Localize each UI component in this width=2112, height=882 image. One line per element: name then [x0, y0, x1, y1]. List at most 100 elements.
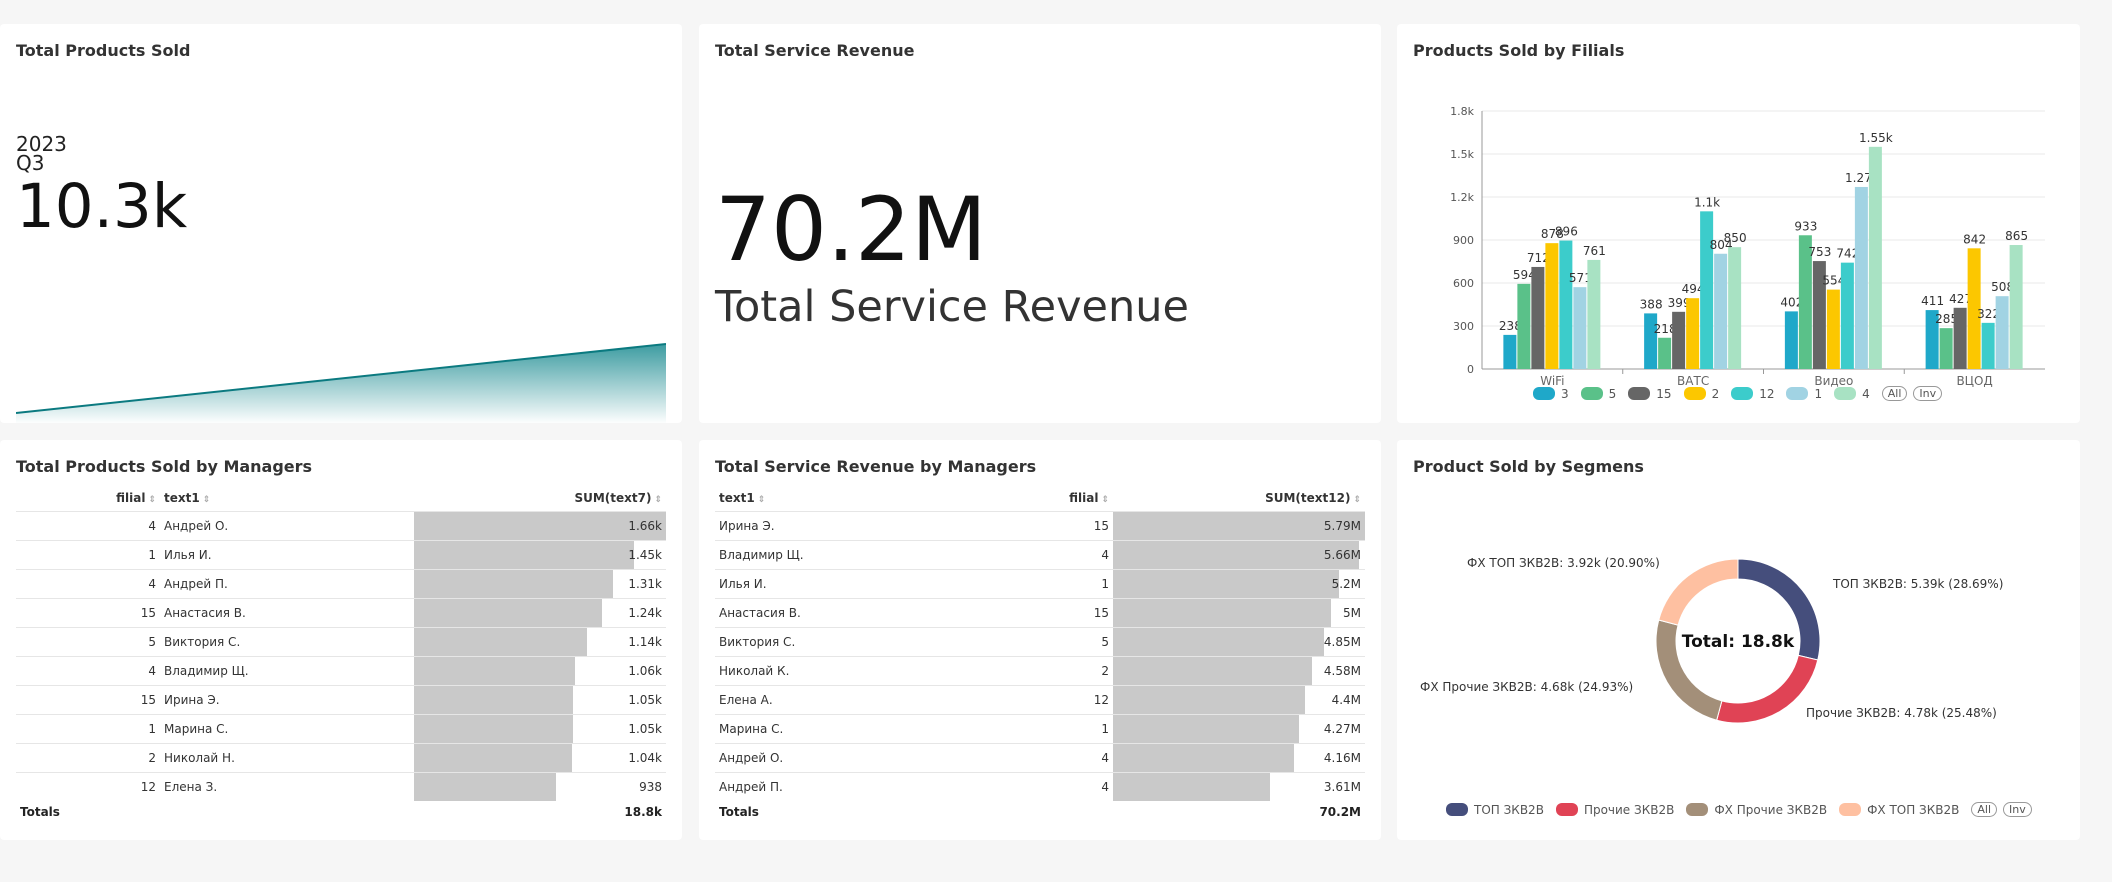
- bar: [1981, 322, 1995, 369]
- legend-item[interactable]: ФХ ТОП ЗКВ2В: [1839, 803, 1959, 817]
- name-cell: Ирина Э.: [160, 685, 414, 715]
- name-cell: Андрей О.: [715, 743, 965, 773]
- legend-item[interactable]: Прочие ЗКВ2В: [1555, 803, 1674, 817]
- bar-data-label: 1.1k: [1694, 195, 1720, 209]
- table-row[interactable]: Марина С. 1 4.27M: [715, 714, 1365, 744]
- filial-cell: 12: [965, 685, 1113, 715]
- sum-cell: 4.58M: [1113, 656, 1365, 686]
- pie-slice-label: Прочие ЗКВ2В: 4.78k (25.48%): [1806, 706, 1997, 720]
- table-horizontal-scrollbar[interactable]: [1114, 794, 1249, 797]
- legend-inv-button[interactable]: Inv: [2003, 802, 2032, 817]
- bar: [1573, 287, 1587, 369]
- legend-item[interactable]: 3: [1533, 387, 1569, 401]
- pie-slice-label: ФХ Прочие ЗКВ2В: 4.68k (24.93%): [1420, 680, 1633, 694]
- table-row[interactable]: Андрей П. 4 3.61M: [715, 772, 1365, 801]
- trendline-chart: [16, 343, 666, 423]
- legend-swatch: [1446, 803, 1468, 816]
- cell-value: 5.2M: [1331, 577, 1361, 591]
- segments-donut-chart: ТОП ЗКВ2В: 5.39k (28.69%) Прочие ЗКВ2В: 4…: [1420, 556, 2003, 724]
- cell-value: 4.85M: [1323, 635, 1361, 649]
- legend-swatch: [1686, 803, 1709, 816]
- bar-data-label: 761: [1583, 244, 1606, 258]
- legend-item[interactable]: 12: [1731, 387, 1774, 401]
- bar: [1840, 262, 1854, 369]
- filial-cell: 5: [16, 627, 160, 657]
- table-row[interactable]: Андрей О. 4 4.16M: [715, 743, 1365, 773]
- table-horizontal-scrollbar[interactable]: [415, 794, 550, 797]
- legend-label: 1: [1814, 386, 1823, 401]
- filial-cell: 4: [965, 540, 1113, 570]
- table-row[interactable]: 4 Андрей О. 1.66k: [16, 511, 666, 541]
- legend-label: 3: [1561, 386, 1569, 401]
- cell-value: 1.31k: [628, 577, 662, 591]
- card-title: Products Sold by Filials: [1413, 41, 1625, 60]
- column-header-text1[interactable]: text1 ⇕: [715, 485, 965, 512]
- name-cell: Владимир Щ.: [160, 656, 414, 686]
- legend-inv-button[interactable]: Inv: [1913, 386, 1943, 401]
- table-row[interactable]: 12 Елена З. 938: [16, 772, 666, 801]
- legend-item[interactable]: 1: [1786, 387, 1822, 401]
- table-row[interactable]: Владимир Щ. 4 5.66M: [715, 540, 1365, 570]
- table-row[interactable]: Николай К. 2 4.58M: [715, 656, 1365, 686]
- cell-bar: [1113, 570, 1340, 598]
- table-row[interactable]: 4 Андрей П. 1.31k: [16, 569, 666, 599]
- legend-label: ТОП ЗКВ2В: [1474, 802, 1544, 817]
- legend-swatch: [1731, 387, 1754, 400]
- table-row[interactable]: 5 Виктория С. 1.14k: [16, 627, 666, 657]
- column-header-text1[interactable]: text1 ⇕: [160, 485, 414, 512]
- bar: [1545, 243, 1559, 369]
- name-cell: Илья И.: [715, 569, 965, 599]
- bar: [1658, 337, 1672, 369]
- bar-data-label: 411: [1921, 294, 1944, 308]
- cell-bar: [414, 628, 588, 656]
- y-tick-label: 0: [1467, 363, 1474, 376]
- bar-data-label: 896: [1555, 225, 1578, 239]
- legend-item[interactable]: ТОП ЗКВ2В: [1446, 803, 1544, 817]
- cell-bar: [414, 541, 635, 569]
- sum-cell: 1.45k: [414, 540, 666, 570]
- big-number: 70.2M: [715, 178, 987, 281]
- table-row[interactable]: Виктория С. 5 4.85M: [715, 627, 1365, 657]
- table-row[interactable]: Анастасия В. 15 5M: [715, 598, 1365, 628]
- table-row[interactable]: 15 Ирина Э. 1.05k: [16, 685, 666, 715]
- table-row[interactable]: 1 Илья И. 1.45k: [16, 540, 666, 570]
- column-header-sum[interactable]: SUM(text12) ⇕: [1113, 485, 1365, 512]
- table-row[interactable]: 4 Владимир Щ. 1.06k: [16, 656, 666, 686]
- column-header-filial[interactable]: filial ⇕: [16, 485, 160, 512]
- table-row[interactable]: Ирина Э. 15 5.79M: [715, 511, 1365, 541]
- bar: [1559, 240, 1573, 369]
- column-header-sum[interactable]: SUM(text7) ⇕: [414, 485, 666, 512]
- legend-swatch: [1683, 387, 1706, 400]
- bar: [2009, 245, 2023, 369]
- quarter-label: Q3: [16, 151, 45, 175]
- filials-chart-card: Products Sold by Filials 0 300 600 900 1.2k 1…: [1397, 24, 2080, 423]
- filial-cell: 1: [965, 714, 1113, 744]
- column-header-filial[interactable]: filial ⇕: [965, 485, 1113, 512]
- cell-value: 3.61M: [1323, 780, 1361, 794]
- filials-legend: 3 5 15 2 12 1 4 All Inv: [1533, 386, 1948, 401]
- legend-item[interactable]: ФХ Прочие ЗКВ2В: [1686, 803, 1827, 817]
- bar: [1868, 146, 1882, 369]
- sum-cell: 5M: [1113, 598, 1365, 628]
- card-title: Total Products Sold by Managers: [16, 457, 313, 476]
- table-row[interactable]: 15 Анастасия В. 1.24k: [16, 598, 666, 628]
- legend-item[interactable]: 5: [1580, 387, 1616, 401]
- legend-all-button[interactable]: All: [1881, 386, 1908, 401]
- table-row[interactable]: 1 Марина С. 1.05k: [16, 714, 666, 744]
- managers-revenue-table: text1 ⇕ filial ⇕ SUM(text12) ⇕ Ирина Э. 15 5.…: [715, 485, 1365, 801]
- legend-item[interactable]: 2: [1683, 387, 1719, 401]
- name-cell: Ирина Э.: [715, 511, 965, 541]
- filial-cell: 15: [16, 598, 160, 628]
- cell-value: 4.4M: [1331, 693, 1361, 707]
- bar: [1700, 211, 1714, 369]
- table-row[interactable]: Елена А. 12 4.4M: [715, 685, 1365, 715]
- legend-item[interactable]: 15: [1628, 387, 1672, 401]
- x-tick-label: ВЦОД: [1956, 374, 1992, 388]
- table-row[interactable]: 2 Николай Н. 1.04k: [16, 743, 666, 773]
- bar-data-label: 388: [1640, 297, 1663, 311]
- table-row[interactable]: Илья И. 1 5.2M: [715, 569, 1365, 599]
- legend-all-button[interactable]: All: [1971, 802, 1998, 817]
- legend-item[interactable]: 4: [1834, 387, 1870, 401]
- service-revenue-card: Total Service Revenue 70.2M Total Servic…: [699, 24, 1381, 423]
- sum-cell: 4.16M: [1113, 743, 1365, 773]
